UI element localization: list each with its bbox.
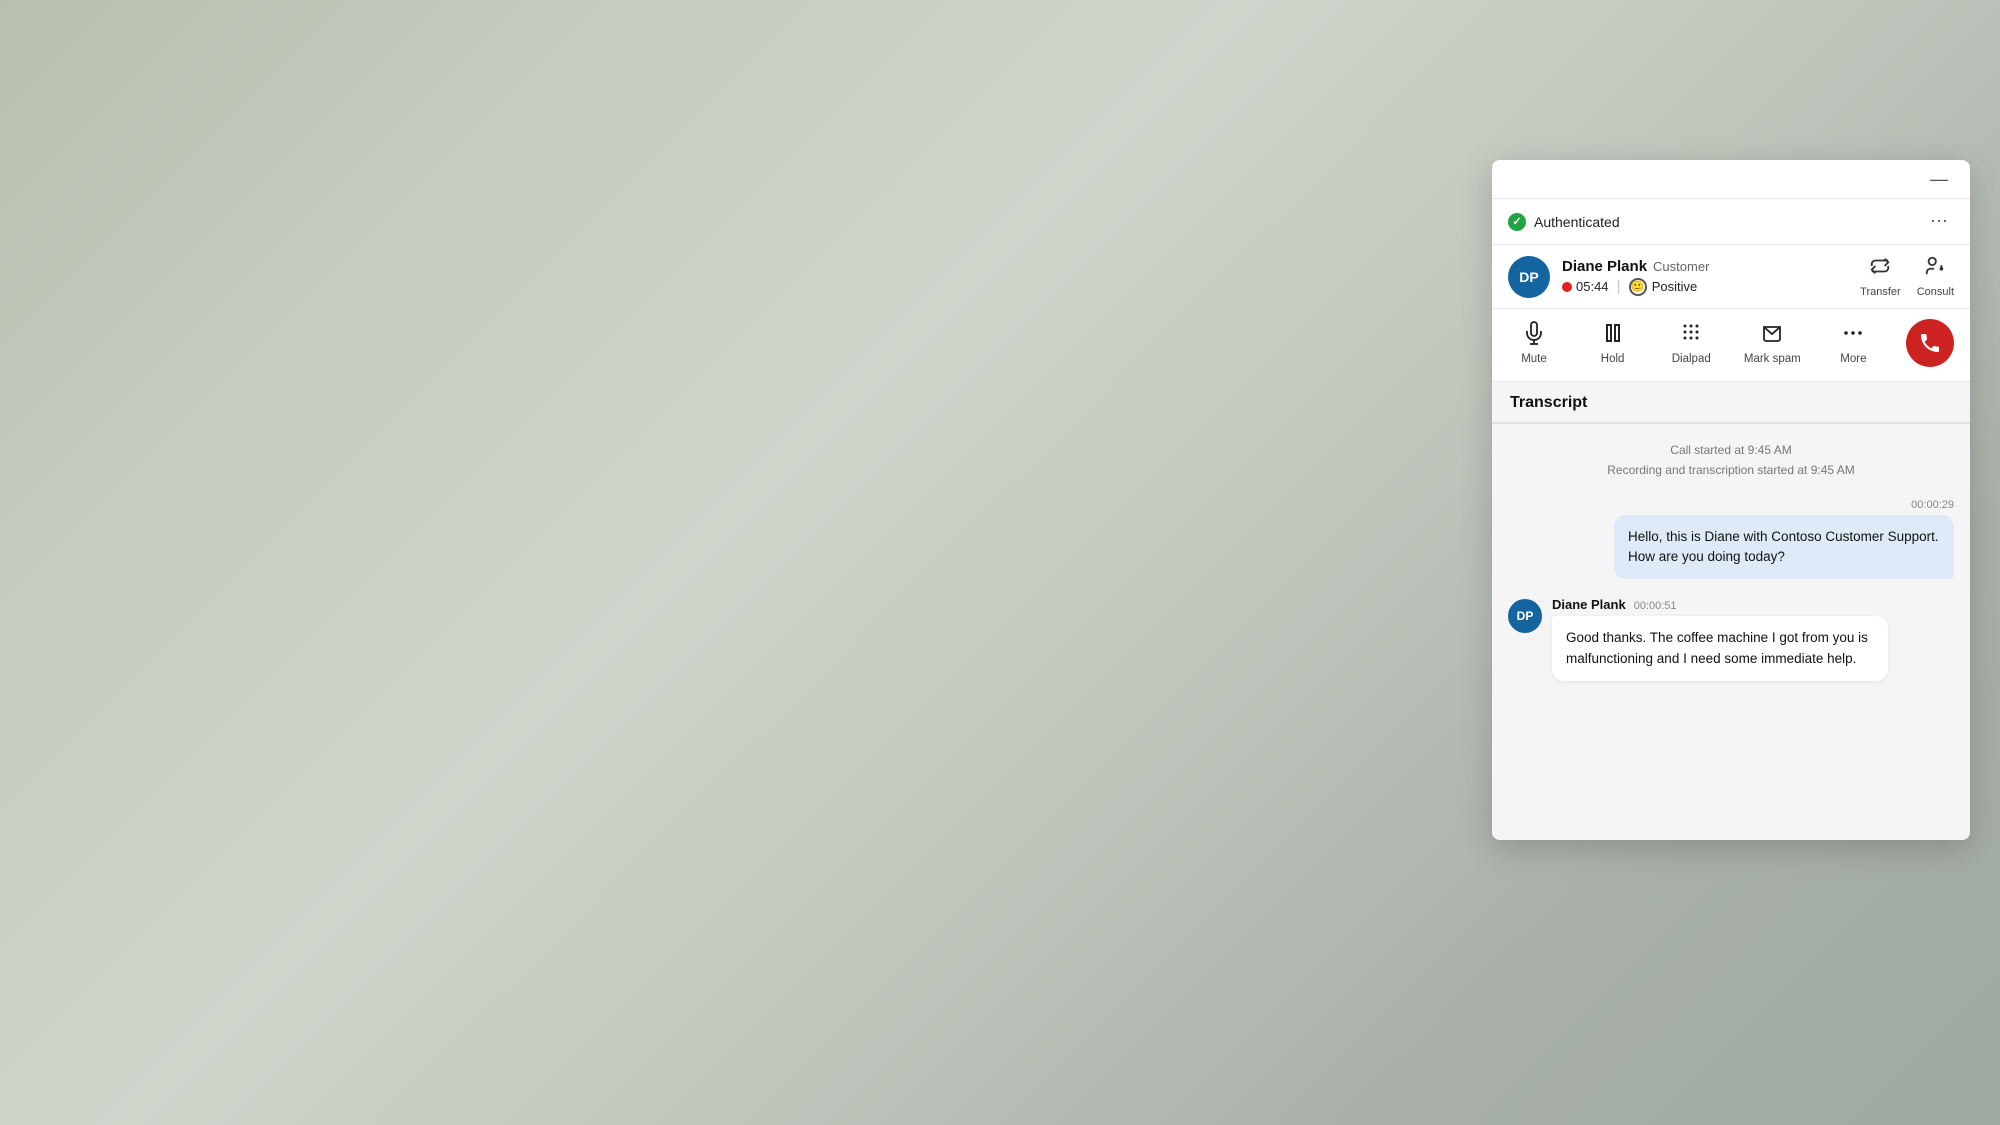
customer-message: DP Diane Plank 00:00:51 Good thanks. The… [1508,597,1888,681]
dialpad-button[interactable]: Dialpad [1665,321,1717,365]
more-button[interactable]: More [1827,321,1879,365]
more-label: More [1840,353,1866,365]
timer-value: 05:44 [1576,279,1609,294]
consult-icon [1924,255,1946,283]
customer-message-body: Diane Plank 00:00:51 Good thanks. The co… [1552,597,1888,681]
contact-avatar: DP [1508,256,1550,298]
agent-message: 00:00:29 Hello, this is Diane with Conto… [1614,499,1954,580]
contact-row: DP Diane Plank Customer 05:44 | 🙂 Positi… [1492,245,1970,309]
transfer-button[interactable]: Transfer [1860,255,1901,298]
hold-icon [1601,321,1625,349]
transcript-meta: Call started at 9:45 AM Recording and tr… [1508,440,1954,481]
transcript-header: Transcript [1492,382,1970,424]
call-panel: — Authenticated ⋯ DP Diane Plank Custome… [1492,160,1970,840]
agent-message-text: Hello, this is Diane with Contoso Custom… [1614,515,1954,580]
recording-dot [1562,282,1572,292]
mark-spam-icon [1760,321,1784,349]
dialpad-icon [1679,321,1703,349]
transfer-icon [1869,255,1891,283]
transcript-title: Transcript [1510,394,1587,411]
customer-message-avatar: DP [1508,599,1542,633]
consult-button[interactable]: Consult [1917,255,1954,298]
hold-button[interactable]: Hold [1587,321,1639,365]
divider: | [1617,278,1621,296]
panel-topbar: — [1492,160,1970,199]
contact-actions: Transfer Consult [1860,255,1954,298]
auth-more-button[interactable]: ⋯ [1924,209,1954,234]
more-icon [1841,321,1865,349]
customer-message-time: 00:00:51 [1634,600,1677,612]
contact-role: Customer [1653,259,1709,274]
mark-spam-label: Mark spam [1744,353,1801,365]
call-timer: 05:44 [1562,279,1609,294]
call-controls: Mute Hold [1492,309,1970,382]
customer-message-name: Diane Plank [1552,597,1626,612]
agent-message-time: 00:00:29 [1614,499,1954,511]
auth-check-icon [1508,213,1526,231]
sentiment-label: Positive [1652,279,1698,294]
end-call-button[interactable] [1906,319,1954,367]
customer-message-text: Good thanks. The coffee machine I got fr… [1552,616,1888,681]
transfer-label: Transfer [1860,286,1901,298]
transcript-body: Call started at 9:45 AM Recording and tr… [1492,424,1970,840]
auth-status-label: Authenticated [1534,214,1620,230]
consult-label: Consult [1917,286,1954,298]
minimize-button[interactable]: — [1924,168,1954,190]
auth-status: Authenticated [1508,213,1620,231]
mute-label: Mute [1521,353,1547,365]
mute-button[interactable]: Mute [1508,321,1560,365]
call-started-text: Call started at 9:45 AM [1508,440,1954,460]
dialpad-label: Dialpad [1672,353,1711,365]
hold-label: Hold [1601,353,1625,365]
auth-bar: Authenticated ⋯ [1492,199,1970,245]
mark-spam-button[interactable]: Mark spam [1744,321,1801,365]
sentiment-indicator: 🙂 Positive [1629,278,1698,296]
contact-info: Diane Plank Customer 05:44 | 🙂 Positive [1562,258,1848,296]
recording-started-text: Recording and transcription started at 9… [1508,460,1954,480]
mute-icon [1522,321,1546,349]
sentiment-icon: 🙂 [1629,278,1647,296]
contact-name: Diane Plank [1562,258,1647,275]
